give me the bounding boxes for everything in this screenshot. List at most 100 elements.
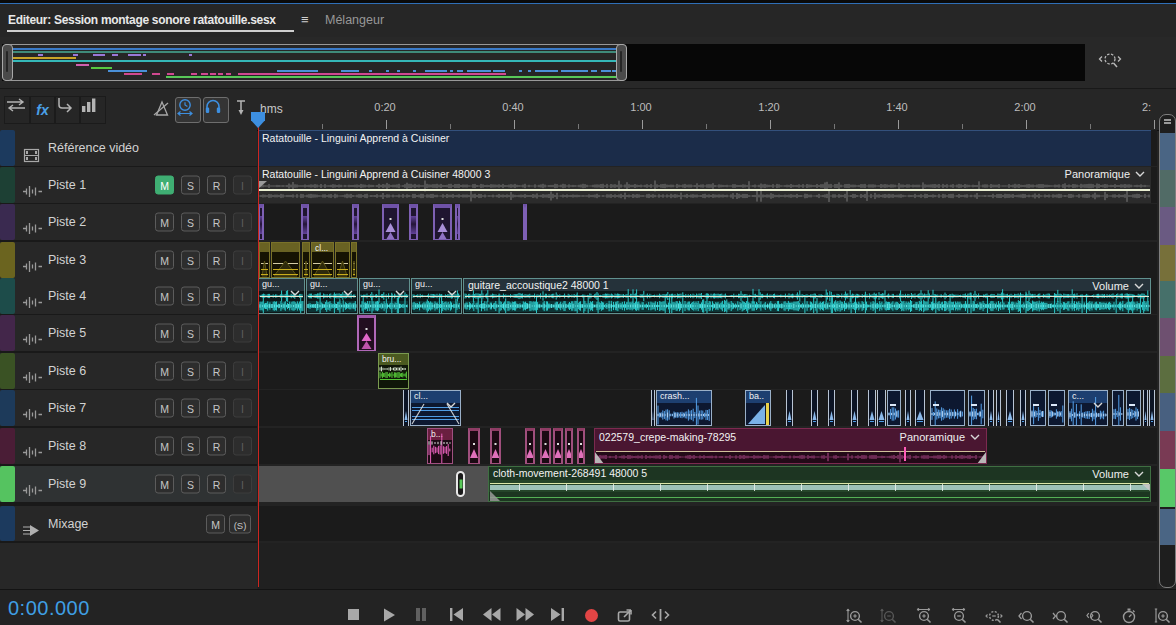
track-name: Piste 7 [48, 401, 86, 415]
mute-button[interactable]: M [155, 437, 174, 456]
input-monitor-button[interactable]: I [233, 324, 252, 343]
transport-bar: 0:00.000 [0, 589, 1176, 625]
mute-button[interactable]: M [155, 362, 174, 381]
solo-button[interactable]: S [181, 287, 200, 306]
panel-menu-icon[interactable]: ≡ [301, 12, 309, 27]
record-arm-button[interactable]: R [207, 362, 226, 381]
track-header-référence-vidéo[interactable]: Référence vidéo [0, 130, 257, 166]
track-header-piste-4[interactable]: Piste 4MSRI [0, 278, 257, 314]
solo-button[interactable]: S [181, 176, 200, 195]
mute-button[interactable]: M [155, 287, 174, 306]
track-header-piste-6[interactable]: Piste 6 MSRI [0, 353, 257, 389]
track-name: Piste 5 [48, 326, 86, 340]
ruler-label: 2: [1142, 101, 1151, 113]
track-lane[interactable] [258, 315, 1157, 351]
mute-button[interactable]: M [155, 251, 174, 270]
track-lane[interactable] [258, 506, 1157, 541]
record-arm-button[interactable]: R [207, 287, 226, 306]
track-lane[interactable] [258, 353, 1157, 389]
track-name: Piste 1 [48, 178, 86, 192]
track-header-mixage[interactable]: MixageM(S) [0, 506, 257, 541]
record-arm-button[interactable]: R [207, 437, 226, 456]
move-tool-icon[interactable] [4, 96, 31, 124]
solo-button[interactable]: S [181, 399, 200, 418]
solo-button[interactable]: (S) [229, 514, 251, 533]
solo-button[interactable]: S [181, 251, 200, 270]
input-monitor-button[interactable]: I [233, 251, 252, 270]
metering-icon[interactable] [79, 96, 106, 124]
track-color-strip [0, 390, 15, 426]
input-monitor-button[interactable]: I [233, 399, 252, 418]
track-lane[interactable] [258, 242, 1157, 278]
time-display[interactable]: 0:00.000 [8, 597, 90, 620]
track-header-piste-5[interactable]: Piste 5 MSRI [0, 315, 257, 351]
track-header-piste-7[interactable]: Piste 7 MSRI [0, 390, 257, 426]
record-arm-button[interactable]: R [207, 176, 226, 195]
overview-view-range[interactable] [2, 44, 627, 81]
tab-editor[interactable]: Editeur: Session montage sonore ratatoui… [8, 13, 276, 27]
scrollbar-track-segment [1160, 393, 1175, 431]
track-color-strip [0, 242, 15, 278]
solo-button[interactable]: S [181, 324, 200, 343]
track-header-piste-8[interactable]: Piste 8MSRI [0, 428, 257, 464]
track-name: Piste 2 [48, 215, 86, 229]
scrollbar-track-segment [1160, 509, 1175, 545]
lanes-footer [258, 543, 1157, 589]
record-arm-button[interactable]: R [207, 213, 226, 232]
track-header-piste-3[interactable]: Piste 3MSRI [0, 242, 257, 278]
overview-handle-right[interactable] [616, 44, 627, 81]
input-monitor-button[interactable]: I [233, 475, 252, 494]
track-lane[interactable] [258, 167, 1157, 203]
scrollbar-track-segment [1160, 469, 1175, 507]
session-overview-strip[interactable] [2, 44, 1085, 81]
tab-mixer[interactable]: Mélangeur [325, 13, 384, 27]
track-lane[interactable] [258, 466, 1157, 502]
scrollbar-track-segment [1160, 207, 1175, 245]
record-arm-button[interactable]: R [207, 251, 226, 270]
mute-button[interactable]: M [155, 213, 174, 232]
monitor-headphones-icon[interactable] [203, 97, 229, 123]
scrollbar-track-segment [1160, 431, 1175, 469]
window-accent-line [0, 3, 1176, 4]
track-color-strip [0, 278, 15, 314]
record-arm-button[interactable]: R [207, 475, 226, 494]
solo-button[interactable]: S [181, 362, 200, 381]
ruler-label: 1:00 [630, 101, 651, 113]
input-monitor-button[interactable]: I [233, 362, 252, 381]
track-lane[interactable] [258, 204, 1157, 240]
track-lane[interactable] [258, 390, 1157, 426]
input-monitor-button[interactable]: I [233, 176, 252, 195]
solo-button[interactable]: S [181, 475, 200, 494]
mute-button[interactable]: M [155, 176, 174, 195]
track-headers-panel: Référence vidéoPiste 1MSRIPiste 2MSRIPis… [0, 130, 257, 588]
solo-button[interactable]: S [181, 437, 200, 456]
input-monitor-button[interactable]: I [233, 213, 252, 232]
vertical-track-scrollbar[interactable] [1159, 114, 1176, 588]
playhead-line [258, 124, 259, 587]
track-header-piste-2[interactable]: Piste 2 MSRI [0, 204, 257, 240]
track-name: Piste 9 [48, 477, 86, 491]
scrollbar-track-segment [1160, 245, 1175, 283]
mute-button[interactable]: M [155, 324, 174, 343]
input-monitor-button[interactable]: I [233, 287, 252, 306]
overview-handle-left[interactable] [2, 44, 13, 81]
scrollbar-track-segment [1160, 281, 1175, 319]
track-lane[interactable] [258, 278, 1157, 314]
record-arm-button[interactable]: R [207, 324, 226, 343]
solo-button[interactable]: S [181, 213, 200, 232]
time-snap-icon[interactable] [175, 97, 201, 123]
track-header-piste-1[interactable]: Piste 1 MSRI [0, 167, 257, 203]
mute-button[interactable]: M [155, 475, 174, 494]
track-lane[interactable] [258, 428, 1157, 464]
ruler-label: 0:40 [502, 101, 523, 113]
mute-button[interactable]: M [206, 514, 225, 533]
input-monitor-button[interactable]: I [233, 437, 252, 456]
overview-zoom-icon[interactable] [1098, 50, 1122, 72]
mute-button[interactable]: M [155, 399, 174, 418]
track-lane[interactable] [258, 130, 1157, 166]
track-name: Piste 6 [48, 364, 86, 378]
track-header-piste-9[interactable]: Piste 9 MSRI [0, 466, 257, 502]
record-arm-button[interactable]: R [207, 399, 226, 418]
fx-rack-icon[interactable]: fx [29, 96, 56, 124]
routing-icon[interactable] [54, 96, 81, 124]
